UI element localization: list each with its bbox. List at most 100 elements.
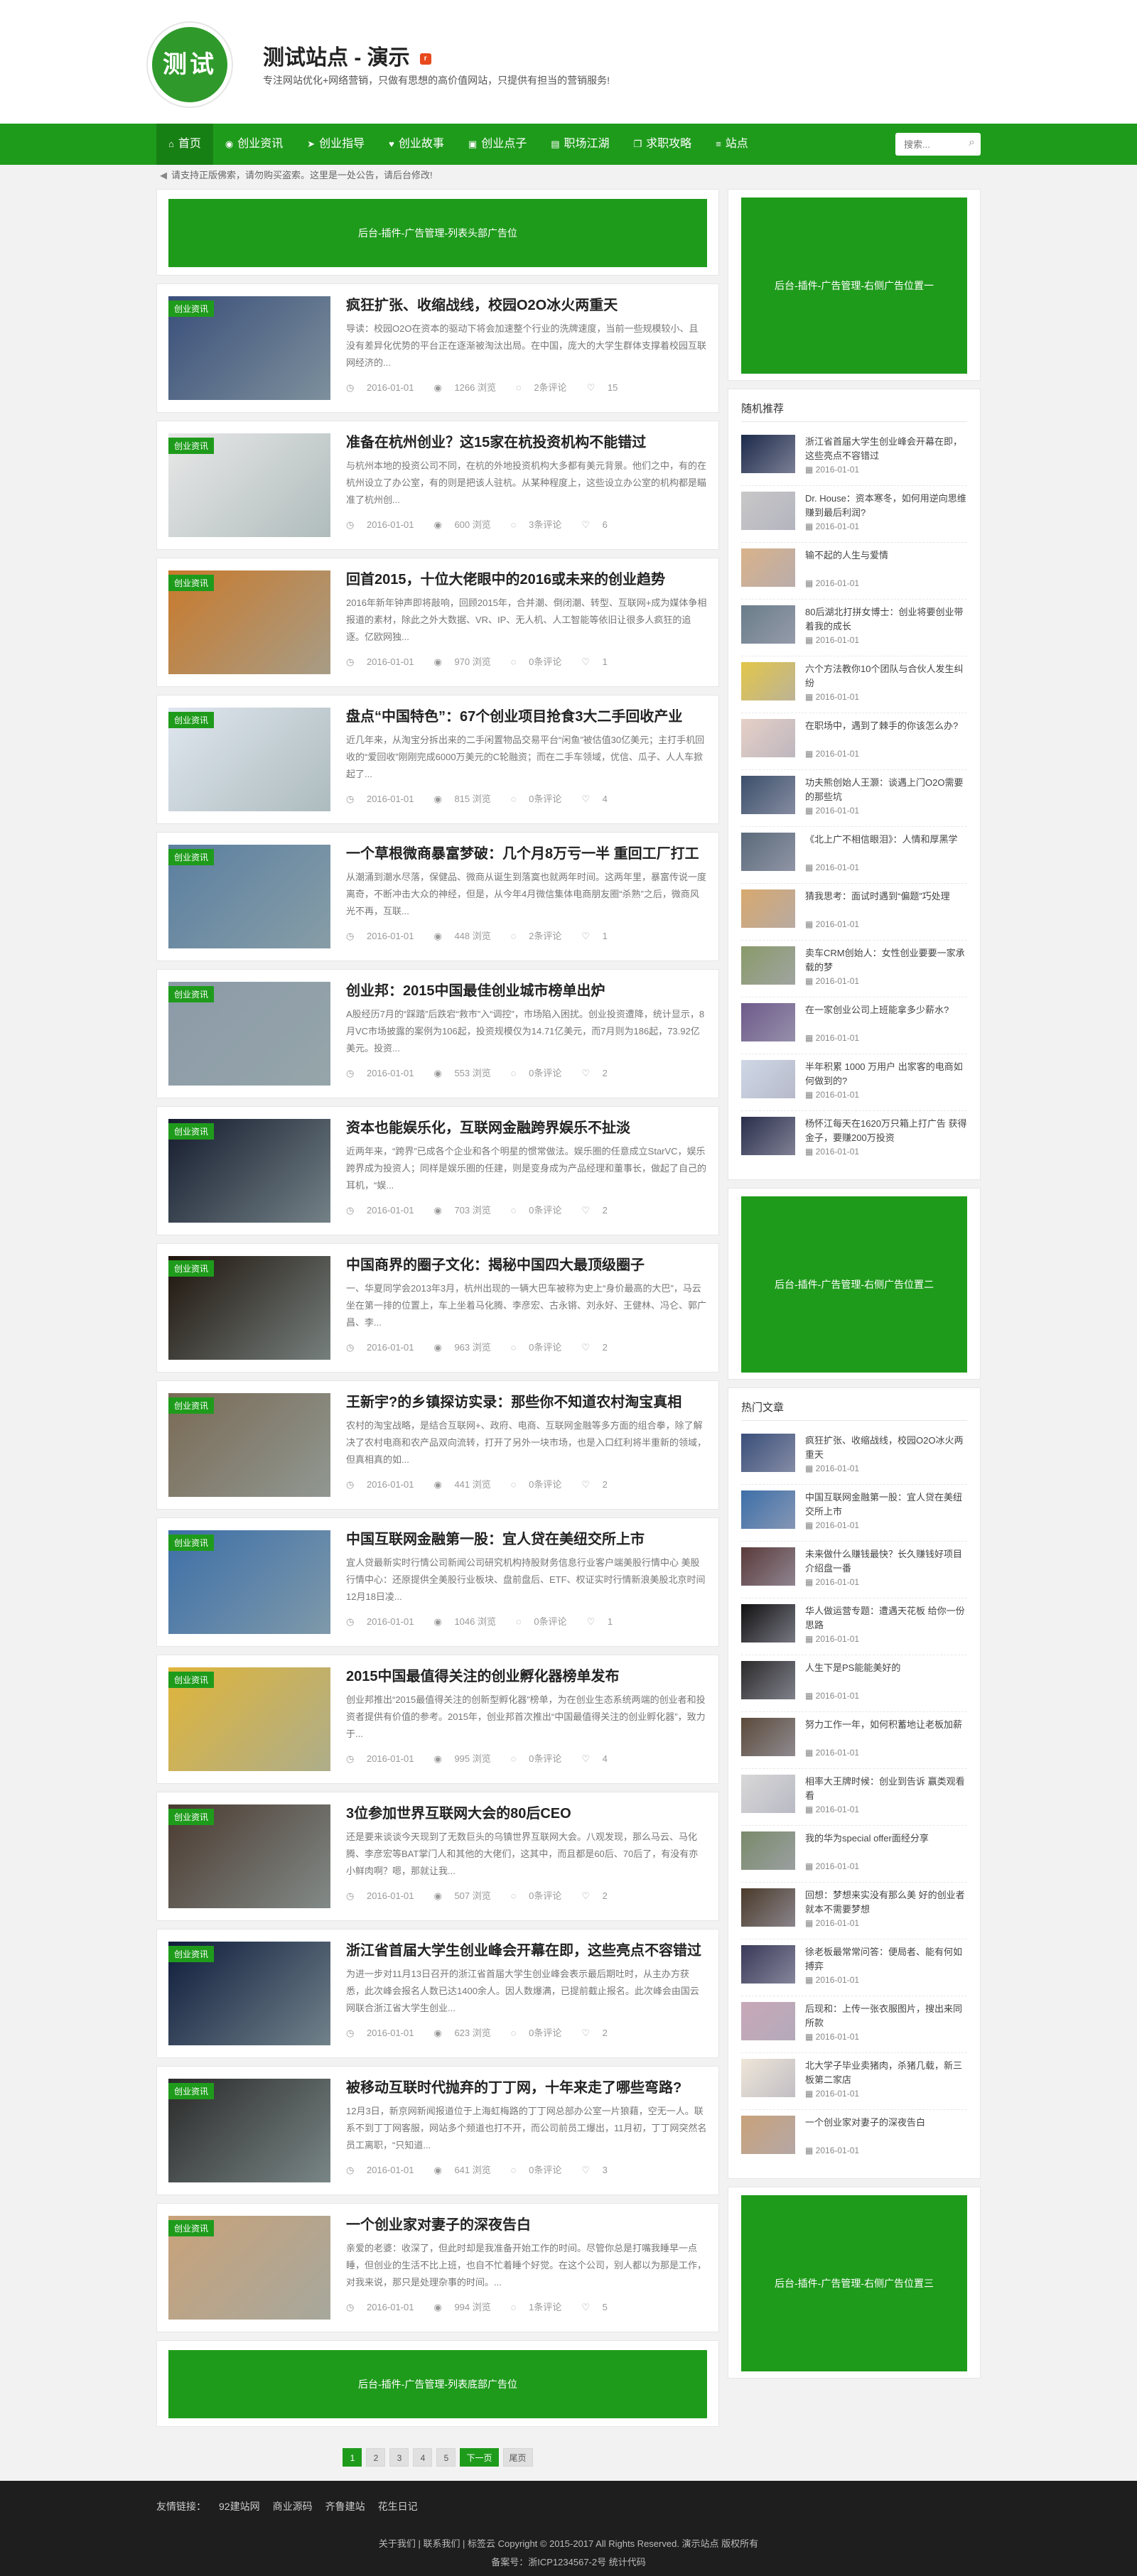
widget-item-title[interactable]: Dr. House：资本寒冬，如何用逆向思维赚到最后利润? bbox=[805, 492, 967, 520]
widget-item-title[interactable]: 功夫熊创始人王灏：谈遇上门O2O需要的那些坑 bbox=[805, 776, 967, 804]
search-input[interactable] bbox=[895, 133, 981, 156]
nav-item-2[interactable]: ◉ 创业资讯 bbox=[213, 124, 295, 165]
post-likes[interactable]: ♡ 2 bbox=[581, 1479, 618, 1490]
post-category-badge[interactable]: 创业资讯 bbox=[168, 1123, 215, 1140]
post-category-badge[interactable]: 创业资讯 bbox=[168, 575, 215, 591]
post-comments[interactable]: ◌ 0条评论 bbox=[511, 794, 572, 804]
post-comments[interactable]: ◌ 0条评论 bbox=[511, 1342, 572, 1353]
post-likes[interactable]: ♡ 4 bbox=[581, 1753, 618, 1764]
post-category-badge[interactable]: 创业资讯 bbox=[168, 1260, 215, 1277]
widget-item-title[interactable]: 疯狂扩张、收缩战线，校园O2O冰火两重天 bbox=[805, 1434, 967, 1462]
widget-thumbnail[interactable] bbox=[741, 1718, 795, 1756]
friend-link[interactable]: 花生日记 bbox=[378, 2501, 418, 2512]
post-thumbnail[interactable]: 创业资讯 bbox=[168, 1393, 330, 1497]
post-likes[interactable]: ♡ 1 bbox=[587, 1616, 623, 1627]
nav-item-6[interactable]: ▤ 职场江湖 bbox=[539, 124, 621, 165]
post-title[interactable]: 回首2015，十位大佬眼中的2016或未来的创业趋势 bbox=[346, 570, 707, 589]
side-ad-1[interactable]: 后台-插件-广告管理-右侧广告位置一 bbox=[741, 197, 967, 374]
post-category-badge[interactable]: 创业资讯 bbox=[168, 438, 215, 454]
nav-item-5[interactable]: ▣ 创业点子 bbox=[456, 124, 539, 165]
post-category-badge[interactable]: 创业资讯 bbox=[168, 1672, 215, 1688]
post-comments[interactable]: ◌ 0条评论 bbox=[511, 1479, 572, 1490]
post-thumbnail[interactable]: 创业资讯 bbox=[168, 2216, 330, 2320]
widget-thumbnail[interactable] bbox=[741, 1831, 795, 1870]
widget-thumbnail[interactable] bbox=[741, 435, 795, 473]
friend-link[interactable]: 商业源码 bbox=[273, 2501, 313, 2512]
post-likes[interactable]: ♡ 6 bbox=[581, 519, 618, 530]
widget-thumbnail[interactable] bbox=[741, 2059, 795, 2097]
post-comments[interactable]: ◌ 0条评论 bbox=[511, 1205, 572, 1216]
post-thumbnail[interactable]: 创业资讯 bbox=[168, 1804, 330, 1908]
post-likes[interactable]: ♡ 5 bbox=[581, 2302, 618, 2312]
widget-thumbnail[interactable] bbox=[741, 1003, 795, 1041]
post-title[interactable]: 3位参加世界互联网大会的80后CEO bbox=[346, 1804, 707, 1823]
widget-thumbnail[interactable] bbox=[741, 1945, 795, 1984]
widget-item-title[interactable]: 人生下是PS能能美好的 bbox=[805, 1661, 967, 1689]
post-likes[interactable]: ♡ 4 bbox=[581, 794, 618, 804]
widget-item-title[interactable]: 相率大王牌时候：创业到告诉 赢类观看看 bbox=[805, 1775, 967, 1803]
widget-item-title[interactable]: 北大学子毕业卖猪肉，杀猪几载，新三板第二家店 bbox=[805, 2059, 967, 2087]
post-thumbnail[interactable]: 创业资讯 bbox=[168, 570, 330, 674]
post-thumbnail[interactable]: 创业资讯 bbox=[168, 1256, 330, 1360]
page-link-7[interactable]: 尾页 bbox=[502, 2448, 533, 2467]
post-category-badge[interactable]: 创业资讯 bbox=[168, 2220, 215, 2236]
post-comments[interactable]: ◌ 3条评论 bbox=[511, 519, 572, 530]
widget-thumbnail[interactable] bbox=[741, 833, 795, 871]
post-thumbnail[interactable]: 创业资讯 bbox=[168, 1942, 330, 2045]
post-likes[interactable]: ♡ 3 bbox=[581, 2165, 618, 2175]
widget-thumbnail[interactable] bbox=[741, 889, 795, 928]
side-ad-3[interactable]: 后台-插件-广告管理-右侧广告位置三 bbox=[741, 2195, 967, 2371]
widget-item-title[interactable]: 在一家创业公司上班能拿多少薪水? bbox=[805, 1003, 967, 1032]
widget-thumbnail[interactable] bbox=[741, 1060, 795, 1098]
post-comments[interactable]: ◌ 0条评论 bbox=[516, 1616, 577, 1627]
post-thumbnail[interactable]: 创业资讯 bbox=[168, 1119, 330, 1223]
widget-thumbnail[interactable] bbox=[741, 1775, 795, 1813]
widget-thumbnail[interactable] bbox=[741, 946, 795, 985]
widget-item-title[interactable]: 《北上广不相信眼泪》：人情和厚黑学 bbox=[805, 833, 967, 861]
widget-item-title[interactable]: 中国互联网金融第一股：宜人贷在美纽交所上市 bbox=[805, 1490, 967, 1519]
page-link-2[interactable]: 2 bbox=[366, 2448, 386, 2467]
widget-item-title[interactable]: 华人做运营专题：遭遇天花板 给你一份思路 bbox=[805, 1604, 967, 1633]
side-ad-2[interactable]: 后台-插件-广告管理-右侧广告位置二 bbox=[741, 1196, 967, 1373]
post-category-badge[interactable]: 创业资讯 bbox=[168, 712, 215, 728]
post-category-badge[interactable]: 创业资讯 bbox=[168, 1809, 215, 1825]
post-category-badge[interactable]: 创业资讯 bbox=[168, 1397, 215, 1414]
widget-thumbnail[interactable] bbox=[741, 1661, 795, 1699]
widget-item-title[interactable]: 努力工作一年，如何积蓄地让老板加薪 bbox=[805, 1718, 967, 1746]
widget-item-title[interactable]: 输不起的人生与爱情 bbox=[805, 548, 967, 577]
post-category-badge[interactable]: 创业资讯 bbox=[168, 301, 215, 317]
post-thumbnail[interactable]: 创业资讯 bbox=[168, 845, 330, 948]
page-link-5[interactable]: 5 bbox=[436, 2448, 456, 2467]
post-comments[interactable]: ◌ 0条评论 bbox=[511, 2028, 572, 2038]
widget-thumbnail[interactable] bbox=[741, 492, 795, 530]
post-comments[interactable]: ◌ 0条评论 bbox=[511, 1890, 572, 1901]
post-thumbnail[interactable]: 创业资讯 bbox=[168, 708, 330, 811]
widget-thumbnail[interactable] bbox=[741, 1547, 795, 1586]
post-likes[interactable]: ♡ 2 bbox=[581, 2028, 618, 2038]
widget-item-title[interactable]: 未来做什么赚钱最快？长久赚钱好项目介绍盘一番 bbox=[805, 1547, 967, 1576]
post-title[interactable]: 疯狂扩张、收缩战线，校园O2O冰火两重天 bbox=[346, 296, 707, 315]
nav-item-3[interactable]: ➤ 创业指导 bbox=[295, 124, 377, 165]
widget-thumbnail[interactable] bbox=[741, 548, 795, 587]
post-likes[interactable]: ♡ 15 bbox=[587, 382, 628, 393]
post-category-badge[interactable]: 创业资讯 bbox=[168, 986, 215, 1002]
widget-item-title[interactable]: 一个创业家对妻子的深夜告白 bbox=[805, 2116, 967, 2144]
post-title[interactable]: 一个草根微商暴富梦破：几个月8万亏一半 重回工厂打工 bbox=[346, 845, 707, 863]
widget-item-title[interactable]: 回想：梦想来实没有那么美 好的创业者就本不需要梦想 bbox=[805, 1888, 967, 1917]
site-title[interactable]: 测试站点 - 演示 r bbox=[263, 40, 431, 71]
post-title[interactable]: 盘点“中国特色”：67个创业项目抢食3大二手回收产业 bbox=[346, 708, 707, 726]
widget-item-title[interactable]: 猜我思考：面试时遇到“偏题”巧处理 bbox=[805, 889, 967, 918]
page-link-4[interactable]: 4 bbox=[413, 2448, 433, 2467]
post-likes[interactable]: ♡ 1 bbox=[581, 931, 618, 941]
search-icon[interactable]: ⌕ bbox=[969, 136, 975, 149]
widget-thumbnail[interactable] bbox=[741, 1490, 795, 1529]
nav-item-7[interactable]: ❐ 求职攻略 bbox=[622, 124, 704, 165]
site-title-text[interactable]: 测试站点 - 演示 bbox=[263, 46, 410, 70]
widget-item-title[interactable]: 六个方法教你10个团队与合伙人发生纠纷 bbox=[805, 662, 967, 691]
post-category-badge[interactable]: 创业资讯 bbox=[168, 1946, 215, 1962]
post-title[interactable]: 王新宇?的乡镇探访实录：那些你不知道农村淘宝真相 bbox=[346, 1393, 707, 1412]
widget-thumbnail[interactable] bbox=[741, 2116, 795, 2154]
post-title[interactable]: 中国商界的圈子文化：揭秘中国四大最顶级圈子 bbox=[346, 1256, 707, 1275]
post-thumbnail[interactable]: 创业资讯 bbox=[168, 1530, 330, 1634]
post-thumbnail[interactable]: 创业资讯 bbox=[168, 433, 330, 537]
